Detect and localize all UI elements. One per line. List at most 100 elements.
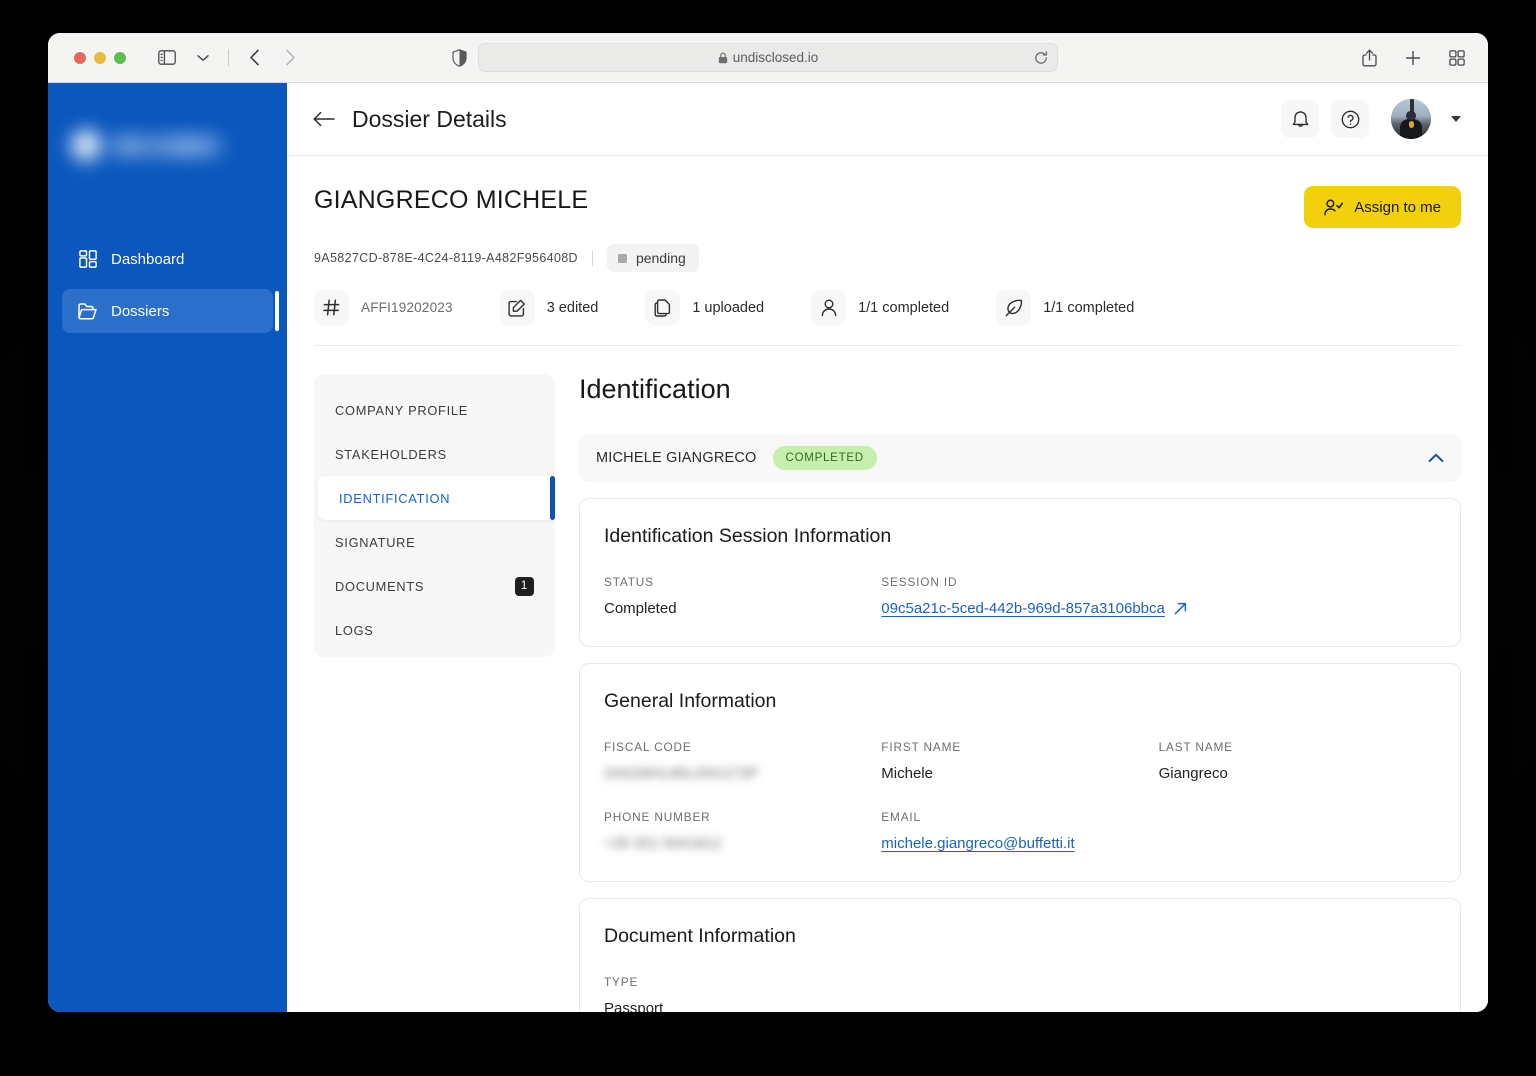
main-content: Dossier Details GIANGRECO MICHELE Assign…: [287, 83, 1488, 1012]
assign-to-me-button[interactable]: Assign to me: [1304, 186, 1461, 228]
field-label: TYPE: [604, 975, 639, 989]
close-window-button[interactable]: [74, 51, 86, 64]
metric-edited: 3 edited: [499, 290, 637, 325]
browser-window: undisclosed.io Dashboard Dossiers Dossie…: [48, 33, 1488, 1012]
privacy-shield-icon[interactable]: [452, 48, 467, 67]
panel-title: Identification: [579, 374, 731, 404]
metric-reference: AFFI19202023: [314, 290, 491, 325]
email-link[interactable]: michele.giangreco@buffetti.it: [881, 835, 1074, 852]
field-value: GNGMHL85L05G273P: [604, 765, 759, 782]
page-title: Dossier Details: [352, 105, 507, 132]
sidebar-nav: Dashboard Dossiers: [48, 237, 287, 333]
session-id-link[interactable]: 09c5a21c-5ced-442b-969d-857a3106bbca: [881, 600, 1187, 617]
section-nav-label: LOGS: [335, 622, 374, 638]
field-empty: [1159, 810, 1436, 853]
section-nav-label: COMPANY PROFILE: [335, 402, 469, 418]
section-nav-item-stakeholders[interactable]: STAKEHOLDERS: [314, 432, 555, 476]
maximize-window-button[interactable]: [114, 51, 126, 64]
section-nav-item-company-profile[interactable]: COMPANY PROFILE: [314, 388, 555, 432]
address-bar[interactable]: undisclosed.io: [478, 43, 1058, 72]
section-nav: COMPANY PROFILE STAKEHOLDERS IDENTIFICAT…: [314, 374, 555, 657]
arrow-left-icon[interactable]: [313, 111, 335, 127]
person-icon: [811, 290, 847, 325]
metric-label: 1 uploaded: [692, 299, 765, 316]
user-avatar[interactable]: [1391, 99, 1431, 139]
caret-down-icon[interactable]: [1451, 116, 1461, 122]
identification-panel: Identification MICHELE GIANGRECO COMPLET…: [579, 374, 1461, 1012]
field-document-type: TYPE Passport: [604, 975, 881, 1012]
dossier-metrics: AFFI19202023 3 edited 1 uploaded 1/1 com…: [314, 290, 1461, 346]
section-nav-badge: 1: [515, 576, 534, 596]
section-nav-item-documents[interactable]: DOCUMENTS 1: [314, 564, 555, 608]
tab-grid-icon[interactable]: [1444, 46, 1470, 70]
section-nav-item-identification[interactable]: IDENTIFICATION: [318, 476, 555, 520]
address-bar-url: undisclosed.io: [732, 50, 819, 65]
user-check-icon: [1324, 199, 1344, 216]
general-information-card: General Information FISCAL CODE GNGMHL85…: [579, 663, 1461, 882]
sidebar-item-label: Dossiers: [111, 302, 170, 320]
status-square-icon: [617, 253, 627, 263]
field-phone-number: PHONE NUMBER +39 351 5041812: [604, 810, 881, 853]
section-nav-item-logs[interactable]: LOGS: [314, 608, 555, 652]
share-icon[interactable]: [1356, 46, 1382, 70]
accordion-header[interactable]: MICHELE GIANGRECO COMPLETED: [579, 434, 1461, 482]
field-last-name: LAST NAME Giangreco: [1159, 740, 1436, 782]
field-first-name: FIRST NAME Michele: [881, 740, 1158, 782]
accordion-status-badge: COMPLETED: [772, 446, 877, 470]
metric-signature: 1/1 completed: [996, 290, 1172, 325]
field-fiscal-code: FISCAL CODE GNGMHL85L05G273P: [604, 740, 881, 782]
field-email: EMAIL michele.giangreco@buffetti.it: [881, 810, 1158, 853]
field-status: STATUS Completed: [604, 575, 881, 618]
field-label: PHONE NUMBER: [604, 810, 711, 824]
feather-pen-icon: [996, 290, 1032, 325]
forward-arrow-icon[interactable]: [277, 46, 303, 70]
company-logo-redacted: [70, 129, 222, 163]
back-arrow-icon[interactable]: [241, 46, 267, 70]
dossier-id-row: 9A5827CD-878E-4C24-8119-A482F956408D pen…: [314, 244, 1461, 272]
header-actions: [1281, 99, 1461, 139]
hash-icon: [314, 290, 349, 325]
page-header: Dossier Details: [287, 83, 1488, 156]
section-nav-label: IDENTIFICATION: [339, 490, 451, 506]
field-value: +39 351 5041812: [604, 835, 722, 852]
card-title: Document Information: [604, 925, 796, 947]
section-nav-label: DOCUMENTS: [335, 578, 425, 594]
status-badge: pending: [606, 244, 699, 272]
browser-chrome: undisclosed.io: [48, 33, 1488, 83]
section-nav-label: SIGNATURE: [335, 534, 416, 550]
logo-wordmark: [114, 135, 222, 157]
desktop-backdrop: undisclosed.io Dashboard Dossiers Dossie…: [0, 0, 1536, 1076]
field-value: Completed: [604, 600, 677, 617]
edit-square-icon: [499, 290, 535, 325]
reload-icon[interactable]: [1034, 50, 1048, 65]
field-label: LAST NAME: [1158, 740, 1233, 754]
window-traffic-lights[interactable]: [74, 51, 126, 64]
section-nav-item-signature[interactable]: SIGNATURE: [314, 520, 555, 564]
folder-icon: [78, 302, 97, 321]
sidebar-item-dashboard[interactable]: Dashboard: [62, 237, 273, 281]
field-label: FISCAL CODE: [604, 740, 692, 754]
question-circle-icon[interactable]: [1331, 100, 1369, 138]
sidebar-toggle-icon[interactable]: [154, 46, 180, 70]
lock-icon: [718, 52, 728, 64]
sidebar-item-label: Dashboard: [111, 250, 185, 268]
session-id-value: 09c5a21c-5ced-442b-969d-857a3106bbca: [881, 600, 1165, 617]
field-label: EMAIL: [881, 810, 921, 824]
logo-mark-icon: [70, 129, 104, 163]
sidebar-item-dossiers[interactable]: Dossiers: [62, 289, 279, 333]
metric-uploaded: 1 uploaded: [645, 290, 802, 325]
plus-icon[interactable]: [1400, 46, 1426, 70]
field-label: FIRST NAME: [881, 740, 962, 754]
field-label: STATUS: [604, 575, 654, 589]
logo-area: [48, 103, 287, 215]
card-title: Identification Session Information: [604, 525, 892, 547]
sidebar-menu-chevron-down-icon[interactable]: [190, 46, 216, 70]
accordion-person-name: MICHELE GIANGRECO: [596, 450, 757, 466]
page-body: GIANGRECO MICHELE Assign to me 9A5827CD-…: [287, 156, 1488, 1012]
detail-layout: COMPANY PROFILE STAKEHOLDERS IDENTIFICAT…: [287, 346, 1488, 1012]
field-value: Passport: [604, 1000, 664, 1012]
assign-to-me-label: Assign to me: [1354, 198, 1441, 216]
bell-icon[interactable]: [1281, 100, 1319, 138]
chevron-up-icon[interactable]: [1428, 453, 1444, 463]
minimize-window-button[interactable]: [94, 51, 106, 64]
